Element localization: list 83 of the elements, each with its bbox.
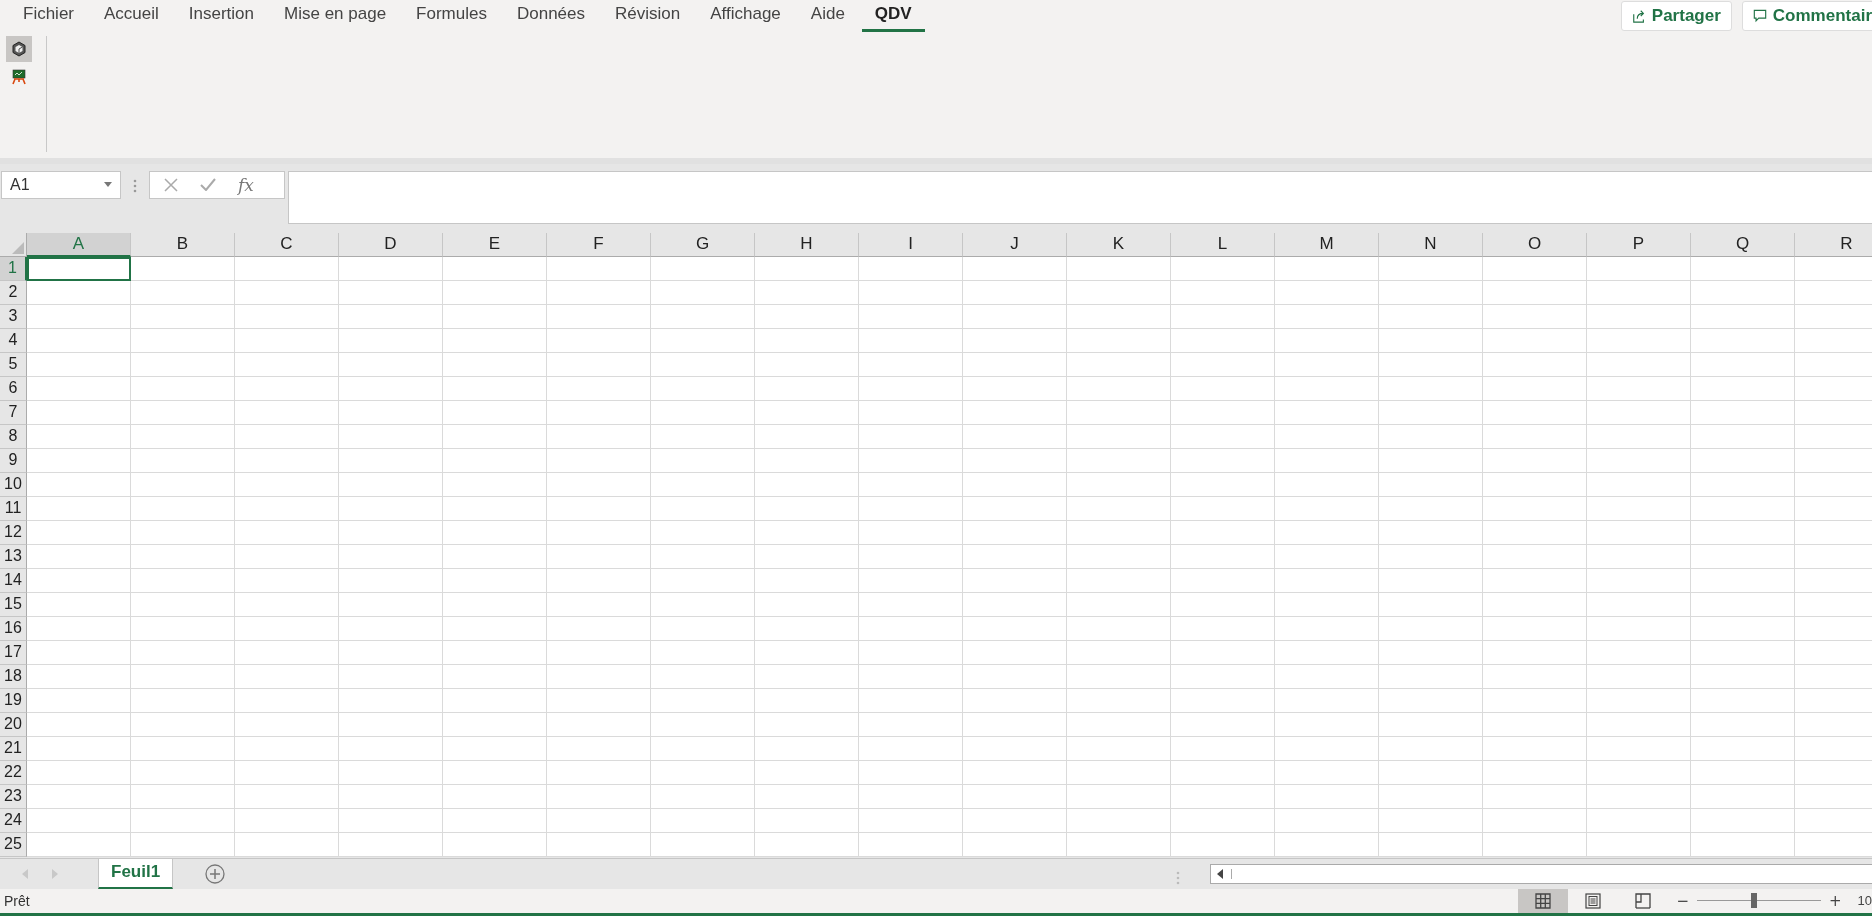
row-header[interactable]: 6 (0, 376, 27, 401)
column-header[interactable]: F (547, 232, 651, 257)
row-header[interactable]: 22 (0, 760, 27, 785)
share-icon (1631, 9, 1646, 24)
column-header[interactable]: E (443, 232, 547, 257)
select-all-button[interactable] (0, 232, 27, 257)
name-box[interactable]: A1 (1, 170, 121, 199)
insert-function-button[interactable]: fx (238, 174, 254, 195)
ribbon-tab[interactable]: Fichier (10, 0, 87, 33)
column-header[interactable]: L (1171, 232, 1275, 257)
column-header[interactable]: O (1483, 232, 1587, 257)
column-header[interactable]: N (1379, 232, 1483, 257)
chalkboard-icon (11, 69, 27, 86)
ribbon-tab[interactable]: Accueil (91, 0, 172, 33)
sheet-tab[interactable]: Feuil1 (98, 858, 174, 889)
page-icon (1585, 892, 1602, 909)
add-sheet-icon[interactable] (205, 863, 226, 884)
comments-button[interactable]: Commentair (1741, 1, 1872, 32)
row-header[interactable]: 20 (0, 712, 27, 737)
ribbon-tab[interactable]: Données (503, 0, 599, 33)
column-header[interactable]: I (859, 232, 963, 257)
ribbon-tab[interactable]: Insertion (175, 0, 268, 33)
triangle-icon (12, 241, 24, 254)
ribbon-tab[interactable]: Formules (403, 0, 500, 33)
column-header[interactable]: M (1275, 232, 1379, 257)
status-text: Prêt (3, 892, 30, 909)
column-header[interactable]: K (1067, 232, 1171, 257)
zoom-out-button[interactable]: − (1668, 891, 1697, 910)
row-header[interactable]: 1 (0, 256, 27, 281)
column-header[interactable]: Q (1691, 232, 1795, 257)
cube-icon (11, 41, 27, 58)
row-header[interactable]: 15 (0, 592, 27, 617)
row-header[interactable]: 10 (0, 472, 27, 497)
ribbon-tab[interactable]: Mise en page (271, 0, 400, 33)
row-header[interactable]: 5 (0, 352, 27, 377)
normal-view-button[interactable] (1518, 888, 1569, 913)
row-header[interactable]: 3 (0, 304, 27, 329)
horizontal-scrollbar[interactable] (1210, 863, 1872, 884)
row-header[interactable]: 18 (0, 664, 27, 689)
column-header[interactable]: C (235, 232, 339, 257)
row-header[interactable]: 14 (0, 568, 27, 593)
row-header[interactable]: 19 (0, 688, 27, 713)
zoom-slider-thumb[interactable] (1751, 893, 1757, 909)
row-header[interactable]: 17 (0, 640, 27, 665)
row-header[interactable]: 4 (0, 328, 27, 353)
formula-input[interactable] (288, 170, 1872, 224)
ribbon-tab[interactable]: Aide (797, 0, 858, 33)
row-header[interactable]: 25 (0, 832, 27, 857)
dropdown-caret-icon[interactable] (104, 182, 112, 188)
check-icon[interactable] (200, 178, 216, 192)
column-header[interactable]: P (1587, 232, 1691, 257)
column-header[interactable]: D (339, 232, 443, 257)
zoom-level: 10 (1856, 893, 1872, 909)
row-header[interactable]: 24 (0, 808, 27, 833)
row-header[interactable]: 16 (0, 616, 27, 641)
grip-icon (1176, 870, 1180, 885)
row-header[interactable]: 13 (0, 544, 27, 569)
row-header[interactable]: 9 (0, 448, 27, 473)
row-header[interactable]: 2 (0, 280, 27, 305)
page-break-icon (1635, 892, 1652, 909)
row-header[interactable]: 21 (0, 736, 27, 761)
column-header[interactable]: J (963, 232, 1067, 257)
ribbon-tab[interactable]: Révision (602, 0, 694, 33)
row-header[interactable]: 12 (0, 520, 27, 545)
column-header[interactable]: A (27, 232, 131, 257)
row-header[interactable]: 8 (0, 424, 27, 449)
column-header[interactable]: H (755, 232, 859, 257)
cancel-icon[interactable] (164, 177, 178, 192)
row-header[interactable]: 23 (0, 784, 27, 809)
zoom-in-button[interactable]: + (1820, 891, 1850, 910)
column-header[interactable]: B (131, 232, 235, 257)
scroll-right-icon[interactable] (52, 868, 58, 879)
ribbon-tab[interactable]: Affichage (697, 0, 794, 33)
grip-icon (133, 178, 137, 193)
column-header[interactable]: G (651, 232, 755, 257)
grid-icon (1535, 892, 1552, 909)
column-header[interactable]: R (1795, 232, 1872, 257)
cube-button[interactable] (6, 36, 32, 63)
share-button[interactable]: Partager (1620, 1, 1732, 32)
comment-icon (1752, 9, 1767, 24)
row-header[interactable]: 11 (0, 496, 27, 521)
active-cell[interactable] (27, 256, 131, 281)
row-header[interactable]: 7 (0, 400, 27, 425)
